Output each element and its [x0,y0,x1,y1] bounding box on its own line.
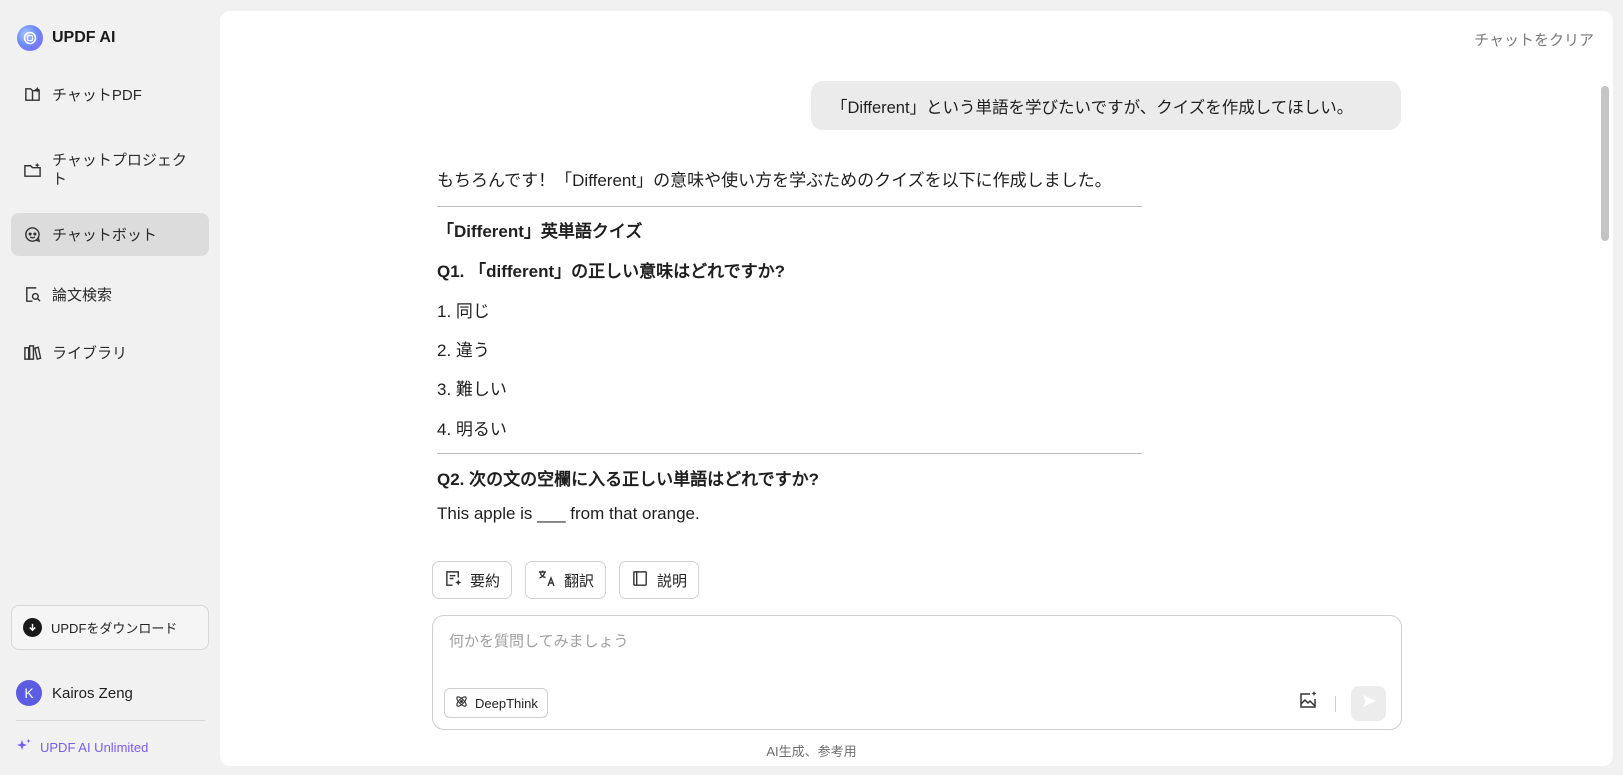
plan-link[interactable]: UPDF AI Unlimited [16,738,148,757]
brand[interactable]: UPDF AI [17,24,115,52]
download-updf-button[interactable]: UPDFをダウンロード [11,605,209,650]
q1-option: 3. 難しい [437,380,507,399]
sidebar-item-label: ライブラリ [52,344,128,362]
sidebar-item-label: チャットボット [52,227,157,244]
answer-intro: もちろんです！「Different」の意味や使い方を学ぶためのクイズを以下に作成… [437,171,1112,190]
library-icon [22,342,42,362]
sidebar-divider [16,720,205,721]
q1-option: 4. 明るい [437,420,507,439]
user-message-text: 「Different」という単語を学びたいですが、クイズを作成してほしい。 [831,98,1354,117]
clear-chat-button[interactable]: チャットをクリア [1474,29,1594,50]
sidebar-item-label: チャットPDF [52,86,142,104]
translate-label: 翻訳 [564,572,595,590]
translate-button[interactable]: 翻訳 [525,561,607,599]
sidebar-item-paper-search[interactable]: 論文検索 [11,272,209,316]
sidebar-item-chat-pdf[interactable]: チャットPDF [11,72,209,116]
chat-pdf-icon [22,84,42,104]
answer-divider [437,206,1142,207]
deepthink-toggle[interactable]: DeepThink [444,688,548,718]
chatbot-icon [22,225,42,245]
atom-icon [454,694,469,712]
scrollbar-thumb[interactable] [1601,86,1609,241]
sparkle-icon [16,738,32,757]
image-sparkle-icon [1298,690,1318,715]
summarize-icon [444,569,463,592]
send-button[interactable] [1351,686,1386,721]
q1-option: 1. 同じ [437,302,490,321]
user-profile[interactable]: K Kairos Zeng [16,680,133,706]
sidebar-item-library[interactable]: ライブラリ [11,330,209,374]
sidebar-item-chatbot[interactable]: チャットボット [11,213,209,256]
sidebar-item-chat-project[interactable]: チャットプロジェクト [11,142,209,198]
brand-title: UPDF AI [52,29,116,46]
updf-logo-icon [17,25,43,51]
deepthink-label: DeepThink [475,695,538,711]
scrollbar[interactable] [1597,11,1613,766]
quick-actions: 要約 翻訳 説明 [432,561,700,599]
plan-label: UPDF AI Unlimited [40,740,149,755]
chat-panel: チャットをクリア 「Different」という単語を学びたいですが、クイズを作成… [220,11,1613,766]
explain-book-icon [631,569,650,592]
paper-search-icon [22,284,42,304]
q1-option: 2. 違う [437,341,490,360]
sidebar-item-label: チャットプロジェクト [52,152,187,188]
question-2-sentence: This apple is ___ from that orange. [437,504,700,523]
download-label: UPDFをダウンロード [51,621,178,636]
composer-separator [1335,696,1336,712]
sidebar-item-label: 論文検索 [52,286,113,304]
summarize-label: 要約 [470,572,501,590]
ai-disclaimer: AI生成、参考用 [220,741,1613,760]
avatar: K [16,680,42,706]
message-composer: DeepThink [432,615,1402,730]
download-icon [23,618,42,637]
sidebar: UPDF AI チャットPDF チャットプロジェクト チャットボット 論文検索 [0,0,220,775]
question-2: Q2. 次の文の空欄に入る正しい単語はどれですか? [437,470,819,489]
user-name: Kairos Zeng [52,684,133,702]
folder-icon [22,160,42,180]
image-upload-button[interactable] [1295,689,1321,715]
user-message-bubble: 「Different」という単語を学びたいですが、クイズを作成してほしい。 [811,81,1401,130]
translate-icon [537,568,557,592]
send-icon [1361,693,1377,714]
answer-divider [437,453,1142,454]
chat-input[interactable] [449,628,1349,654]
question-1: Q1. 「different」の正しい意味はどれですか? [437,262,785,281]
explain-button[interactable]: 説明 [619,561,700,599]
explain-label: 説明 [657,572,688,590]
disclaimer-text: AI生成、参考用 [766,744,857,759]
answer-heading: 「Different」英単語クイズ [437,222,643,241]
summarize-button[interactable]: 要約 [432,561,513,599]
